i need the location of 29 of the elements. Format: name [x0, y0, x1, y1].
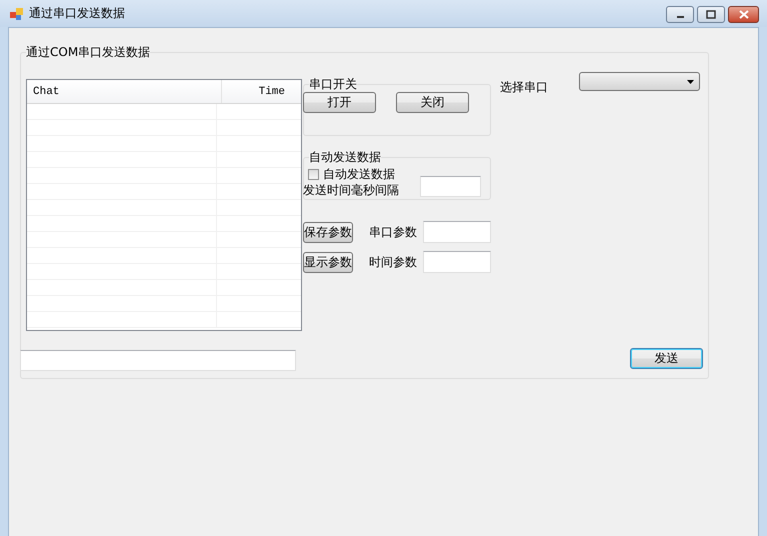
- close-icon: [738, 10, 748, 19]
- auto-send-checkbox[interactable]: 自动发送数据: [308, 166, 490, 183]
- minimize-button[interactable]: [666, 6, 694, 23]
- column-header[interactable]: Time: [222, 80, 301, 103]
- param-field[interactable]: [423, 221, 491, 243]
- message-field[interactable]: [20, 350, 296, 371]
- open-button[interactable]: 打开: [303, 92, 376, 113]
- interval-label: 发送时间毫秒间隔: [303, 183, 399, 197]
- close-button[interactable]: [728, 6, 759, 23]
- param-button[interactable]: 显示参数: [303, 252, 354, 272]
- param-label: 时间参数: [369, 254, 418, 270]
- window-title: 通过串口发送数据: [29, 5, 125, 22]
- port-dropdown[interactable]: [579, 72, 700, 91]
- chat-list[interactable]: Chat Time: [26, 79, 302, 331]
- param-label: 串口参数: [369, 224, 418, 240]
- param-button[interactable]: 保存参数: [303, 222, 354, 242]
- maximize-icon: [706, 10, 716, 19]
- send-button[interactable]: 发送: [630, 348, 703, 369]
- maximize-button[interactable]: [697, 6, 725, 23]
- param-field[interactable]: [423, 251, 491, 273]
- column-header[interactable]: Chat: [27, 80, 222, 103]
- group-title: 自动发送数据: [309, 150, 381, 164]
- app-icon: [10, 8, 23, 20]
- port-select-label: 选择串口: [500, 79, 548, 96]
- group-title: 通过COM串口发送数据: [26, 45, 150, 59]
- interval-field[interactable]: [420, 176, 481, 197]
- group-title: 串口开关: [309, 77, 357, 91]
- dropdown-arrow-icon: [687, 80, 694, 84]
- close-port-button[interactable]: 关闭: [396, 92, 469, 113]
